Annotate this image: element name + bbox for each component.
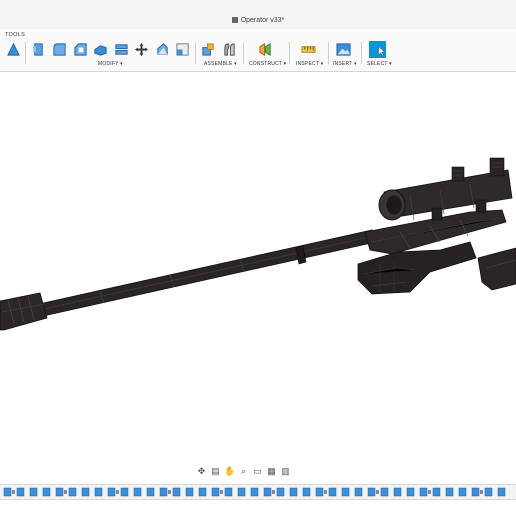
group-construct[interactable]: CONSTRUCT ▾ bbox=[249, 61, 286, 67]
group-assemble[interactable]: ASSEMBLE ▾ bbox=[204, 61, 237, 67]
document-title: Operator v33* bbox=[0, 17, 516, 24]
document-icon bbox=[231, 17, 238, 23]
fillet-icon[interactable] bbox=[52, 42, 67, 57]
display-settings-icon[interactable]: ▭ bbox=[252, 466, 263, 477]
split-body-icon[interactable] bbox=[114, 42, 129, 57]
orbit-icon[interactable]: ✥ bbox=[196, 466, 207, 477]
chamfer-icon[interactable] bbox=[73, 42, 88, 57]
shell-icon[interactable] bbox=[93, 42, 108, 57]
select-icon[interactable] bbox=[369, 41, 386, 58]
title-bar: Operator v33* bbox=[0, 0, 516, 30]
toolbar-separator bbox=[243, 42, 244, 64]
pan-icon[interactable]: ▤ bbox=[210, 466, 221, 477]
group-modify[interactable]: MODIFY ▾ bbox=[98, 61, 123, 67]
joint-icon[interactable] bbox=[222, 42, 237, 57]
group-insert[interactable]: INSERT ▾ bbox=[333, 61, 357, 67]
toolbar-separator bbox=[328, 42, 329, 64]
triangle-tool-icon[interactable] bbox=[6, 42, 21, 57]
grid-icon[interactable]: ▦ bbox=[266, 466, 277, 477]
navigation-bar: ✥ ▤ ✋ ⌕ ▭ ▦ ▥ bbox=[196, 464, 291, 478]
rifle-model bbox=[0, 157, 516, 331]
toolbar-separator bbox=[361, 42, 362, 64]
toolbar-separator bbox=[25, 42, 26, 64]
group-select[interactable]: SELECT ▾ bbox=[367, 61, 392, 67]
toolbar-separator bbox=[195, 42, 196, 64]
insert-image-icon[interactable] bbox=[336, 42, 351, 57]
viewports-icon[interactable]: ▥ bbox=[280, 466, 291, 477]
scale-icon[interactable] bbox=[175, 42, 190, 57]
hand-icon[interactable]: ✋ bbox=[224, 466, 235, 477]
new-component-icon[interactable] bbox=[201, 42, 216, 57]
offset-plane-icon[interactable] bbox=[258, 42, 273, 57]
timeline bbox=[0, 484, 516, 500]
tab-tools[interactable]: TOOLS bbox=[5, 32, 25, 38]
align-icon[interactable] bbox=[155, 42, 170, 57]
measure-icon[interactable] bbox=[301, 42, 316, 57]
toolbar-separator bbox=[289, 42, 290, 64]
move-icon[interactable] bbox=[134, 42, 149, 57]
zoom-icon[interactable]: ⌕ bbox=[238, 466, 249, 477]
press-pull-icon[interactable] bbox=[31, 42, 46, 57]
group-inspect[interactable]: INSPECT ▾ bbox=[296, 61, 323, 67]
3d-viewport[interactable] bbox=[0, 72, 516, 457]
timeline-feature-icons[interactable] bbox=[0, 485, 516, 499]
toolbar: TOOLS MODIFY ▾ ASSEMBLE ▾ CONSTRUCT ▾ IN… bbox=[0, 29, 516, 72]
